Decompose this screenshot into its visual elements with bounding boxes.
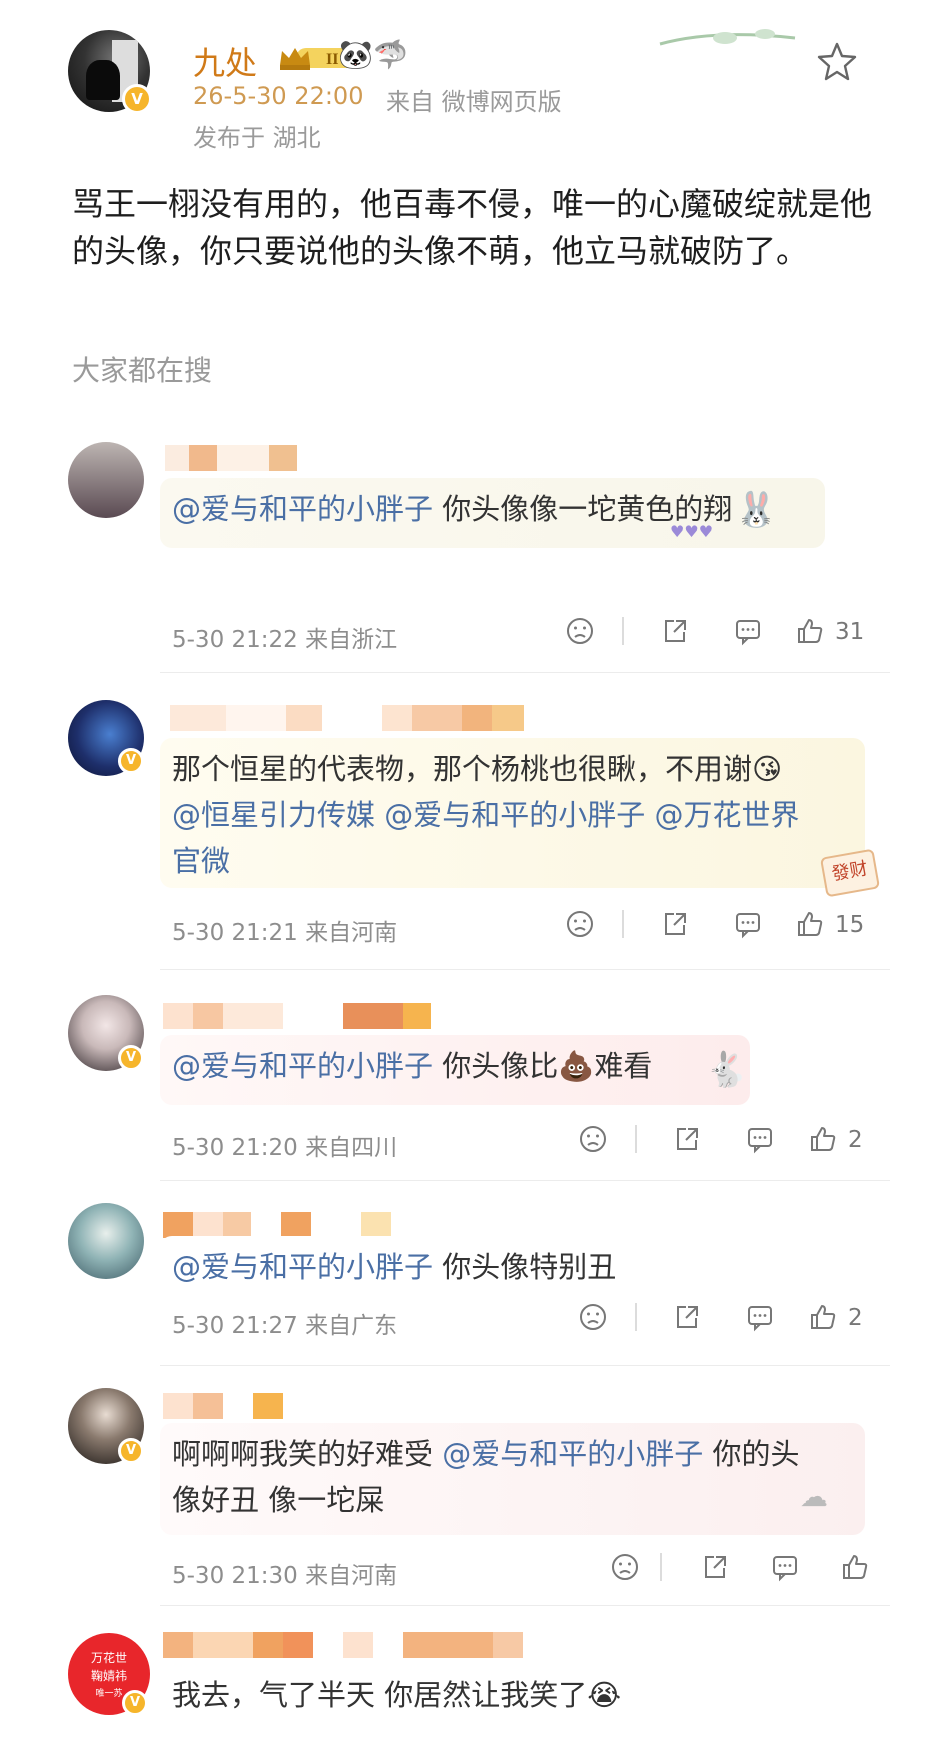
dislike-icon[interactable]	[565, 616, 595, 646]
verified-badge: V	[118, 1045, 144, 1071]
post-datetime: 26-5-30 22:00	[193, 82, 364, 110]
mention-link[interactable]: @恒星引力传媒	[172, 798, 375, 832]
like-icon[interactable]	[795, 909, 825, 939]
commenter-name-blurred[interactable]	[163, 1393, 283, 1419]
comment-text: 你头像特别丑	[433, 1250, 617, 1284]
dislike-icon[interactable]	[565, 909, 595, 939]
comment-time: 5-30 21:21 来自河南	[172, 920, 398, 946]
commenter-avatar[interactable]	[68, 442, 144, 518]
like-icon[interactable]	[795, 616, 825, 646]
mention-link[interactable]: @爱与和平的小胖子	[172, 1250, 433, 1284]
like-count: 2	[848, 1127, 863, 1153]
action-separator	[622, 910, 624, 938]
commenter-name-blurred[interactable]	[163, 1003, 431, 1029]
comment-time: 5-30 21:20 来自四川	[172, 1135, 398, 1161]
like-count: 2	[848, 1305, 863, 1331]
like-icon[interactable]	[808, 1124, 838, 1154]
mention-link[interactable]: @万花世界	[654, 798, 799, 832]
bunny-sticker-icon: 🐰	[735, 490, 778, 530]
mention-link[interactable]: @爱与和平的小胖子	[442, 1437, 703, 1471]
comment-bubble: @爱与和平的小胖子 你头像特别丑	[160, 1236, 650, 1298]
comment-text: 你头像像一坨黄色的翔	[433, 492, 733, 526]
comment-time: 5-30 21:22 来自浙江	[172, 627, 398, 653]
action-separator	[635, 1125, 637, 1153]
commenter-name-blurred[interactable]	[170, 705, 524, 731]
commenter-name-blurred[interactable]	[163, 1632, 523, 1658]
comment-bubble: 啊啊啊我笑的好难受 @爱与和平的小胖子 你的头 像好丑 像一坨屎	[160, 1423, 865, 1535]
comment-text: 你头像比💩难看	[433, 1049, 653, 1083]
comment-bubble: @爱与和平的小胖子 你头像比💩难看	[160, 1035, 750, 1105]
commenter-name-blurred[interactable]	[163, 1212, 391, 1238]
like-icon[interactable]	[808, 1302, 838, 1332]
dislike-icon[interactable]	[610, 1552, 640, 1582]
mahjong-sticker: 發财	[819, 848, 881, 898]
hearts-icon: ♥♥♥	[670, 522, 714, 541]
like-icon[interactable]	[840, 1552, 870, 1582]
dislike-icon[interactable]	[578, 1302, 608, 1332]
comment-bubble: 我去，气了半天 你居然让我笑了😭	[160, 1664, 720, 1726]
share-icon[interactable]	[660, 616, 690, 646]
comment-icon[interactable]	[733, 909, 763, 939]
comment-icon[interactable]	[770, 1552, 800, 1582]
verified-badge: V	[118, 1438, 144, 1464]
share-icon[interactable]	[672, 1302, 702, 1332]
favorite-star-icon[interactable]	[815, 40, 859, 84]
like-count: 31	[835, 619, 865, 645]
comment-text: 那个恒星的代表物，那个杨桃也很瞅，不用谢😘	[172, 752, 783, 786]
share-icon[interactable]	[700, 1552, 730, 1582]
comment-icon[interactable]	[745, 1124, 775, 1154]
comment-icon[interactable]	[745, 1302, 775, 1332]
like-count: 15	[835, 912, 865, 938]
share-icon[interactable]	[672, 1124, 702, 1154]
comment-icon[interactable]	[733, 616, 763, 646]
mention-link[interactable]: @爱与和平的小胖子	[172, 1049, 433, 1083]
post-source: 来自 微博网页版	[386, 88, 562, 116]
comment-text: 我去，气了半天 你居然让我笑了😭	[172, 1678, 622, 1712]
action-separator	[660, 1553, 662, 1581]
commenter-avatar[interactable]	[68, 1203, 144, 1279]
svg-text:II: II	[326, 51, 338, 68]
comment-text: 像好丑 像一坨屎	[172, 1483, 385, 1517]
post-location: 发布于 湖北	[193, 124, 321, 152]
action-separator	[635, 1303, 637, 1331]
comment-time: 5-30 21:30 来自河南	[172, 1563, 398, 1589]
dislike-icon[interactable]	[578, 1124, 608, 1154]
comment-time: 5-30 21:27 来自广东	[172, 1313, 398, 1339]
search-hint-link[interactable]: 大家都在搜	[72, 349, 212, 389]
comment-text: 你的头	[703, 1437, 800, 1471]
mention-link[interactable]: @爱与和平的小胖子	[172, 492, 433, 526]
mention-link[interactable]: @爱与和平的小胖子	[384, 798, 645, 832]
shark-icon: 🦈	[373, 38, 408, 71]
mention-link[interactable]: 官微	[172, 844, 230, 878]
post-body-text: 骂王一栩没有用的，他百毒不侵，唯一的心魔破绽就是他的头像，你只要说他的头像不萌，…	[72, 185, 873, 270]
doodle-sticker-icon: ☁	[800, 1480, 828, 1513]
decor-leaf-icon	[659, 29, 796, 46]
commenter-name-blurred[interactable]	[165, 445, 297, 471]
comment-bubble: 那个恒星的代表物，那个杨桃也很瞅，不用谢😘 @恒星引力传媒 @爱与和平的小胖子 …	[160, 738, 865, 888]
comment-bubble: @爱与和平的小胖子 你头像像一坨黄色的翔	[160, 478, 825, 548]
author-name[interactable]: 九处	[193, 38, 257, 84]
verified-badge: V	[122, 1690, 148, 1716]
share-icon[interactable]	[660, 909, 690, 939]
verified-badge: V	[118, 748, 144, 774]
bunny-sticker-icon: 🐇	[705, 1050, 748, 1090]
comment-text: 啊啊啊我笑的好难受	[172, 1437, 443, 1471]
verified-badge: V	[122, 84, 152, 114]
panda-icon: 🐼	[338, 38, 373, 71]
action-separator	[622, 617, 624, 645]
